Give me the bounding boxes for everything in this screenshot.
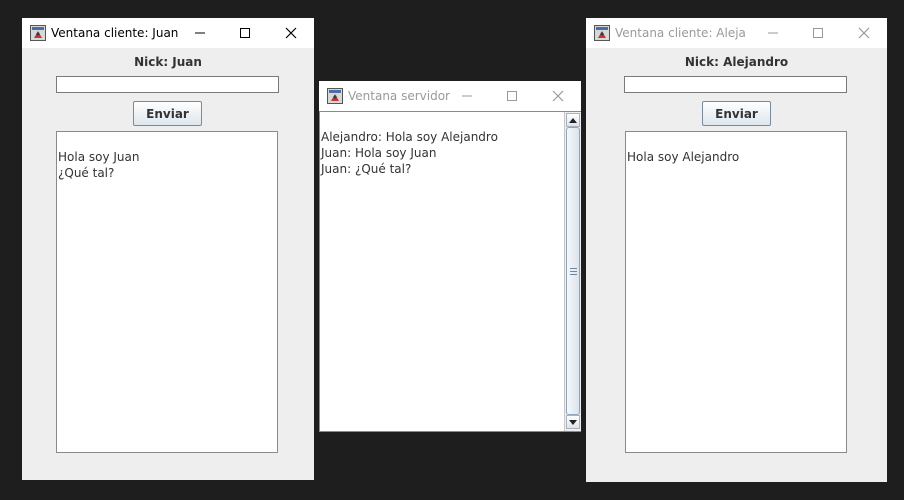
- chat-area[interactable]: Hola soy Alejandro: [625, 131, 847, 453]
- nick-label: Nick: Alejandro: [684, 55, 789, 69]
- titlebar[interactable]: Ventana servidor: [319, 81, 581, 111]
- minimize-button[interactable]: [444, 81, 490, 111]
- message-input[interactable]: [56, 76, 279, 93]
- close-button[interactable]: [268, 18, 314, 48]
- minimize-button[interactable]: [177, 18, 223, 48]
- chat-message: Hola soy Juan: [58, 150, 140, 164]
- client-window-alejandro: Ventana cliente: Alejan... Nick: Alejand…: [586, 18, 887, 482]
- maximize-icon: [507, 91, 517, 101]
- minimize-icon: [195, 32, 205, 34]
- send-button[interactable]: Enviar: [133, 101, 202, 126]
- vertical-scrollbar[interactable]: [564, 112, 581, 431]
- minimize-button[interactable]: [750, 18, 796, 48]
- titlebar[interactable]: Ventana cliente: Alejan...: [586, 18, 887, 48]
- close-icon: [285, 27, 297, 39]
- message-input[interactable]: [624, 76, 847, 93]
- java-app-icon: [30, 25, 46, 41]
- maximize-icon: [813, 28, 823, 38]
- log-message: Alejandro: Hola soy Alejandro: [321, 130, 498, 144]
- scroll-up-button[interactable]: [566, 113, 580, 127]
- close-button[interactable]: [535, 81, 581, 111]
- minimize-icon: [768, 32, 778, 34]
- window-title: Ventana servidor: [348, 89, 450, 103]
- send-button[interactable]: Enviar: [702, 101, 771, 126]
- arrow-down-icon: [569, 419, 577, 425]
- server-log-area[interactable]: Alejandro: Hola soy Alejandro Juan: Hola…: [319, 111, 581, 432]
- arrow-up-icon: [569, 117, 577, 123]
- close-icon: [552, 90, 564, 102]
- window-title: Ventana cliente: Juan: [51, 26, 179, 40]
- scroll-down-button[interactable]: [566, 415, 580, 429]
- client-window-juan: Ventana cliente: Juan Nick: Juan Enviar …: [22, 18, 314, 480]
- log-message: Juan: Hola soy Juan: [321, 146, 437, 160]
- chat-area[interactable]: Hola soy Juan ¿Qué tal?: [56, 131, 278, 453]
- close-button[interactable]: [841, 18, 887, 48]
- maximize-button[interactable]: [795, 18, 841, 48]
- java-app-icon: [594, 25, 610, 41]
- scroll-thumb[interactable]: [566, 127, 580, 415]
- minimize-icon: [462, 95, 472, 97]
- window-title: Ventana cliente: Alejan...: [615, 26, 745, 40]
- maximize-icon: [240, 28, 250, 38]
- java-app-icon: [327, 88, 343, 104]
- log-message: Juan: ¿Qué tal?: [321, 162, 412, 176]
- nick-label: Nick: Juan: [134, 55, 202, 69]
- maximize-button[interactable]: [489, 81, 535, 111]
- maximize-button[interactable]: [222, 18, 268, 48]
- grip-icon: [570, 268, 577, 275]
- titlebar[interactable]: Ventana cliente: Juan: [22, 18, 314, 48]
- chat-message: Hola soy Alejandro: [627, 150, 740, 164]
- chat-message: ¿Qué tal?: [58, 166, 115, 180]
- server-window: Ventana servidor Alejandro: Hola soy Ale…: [319, 81, 581, 432]
- close-icon: [858, 27, 870, 39]
